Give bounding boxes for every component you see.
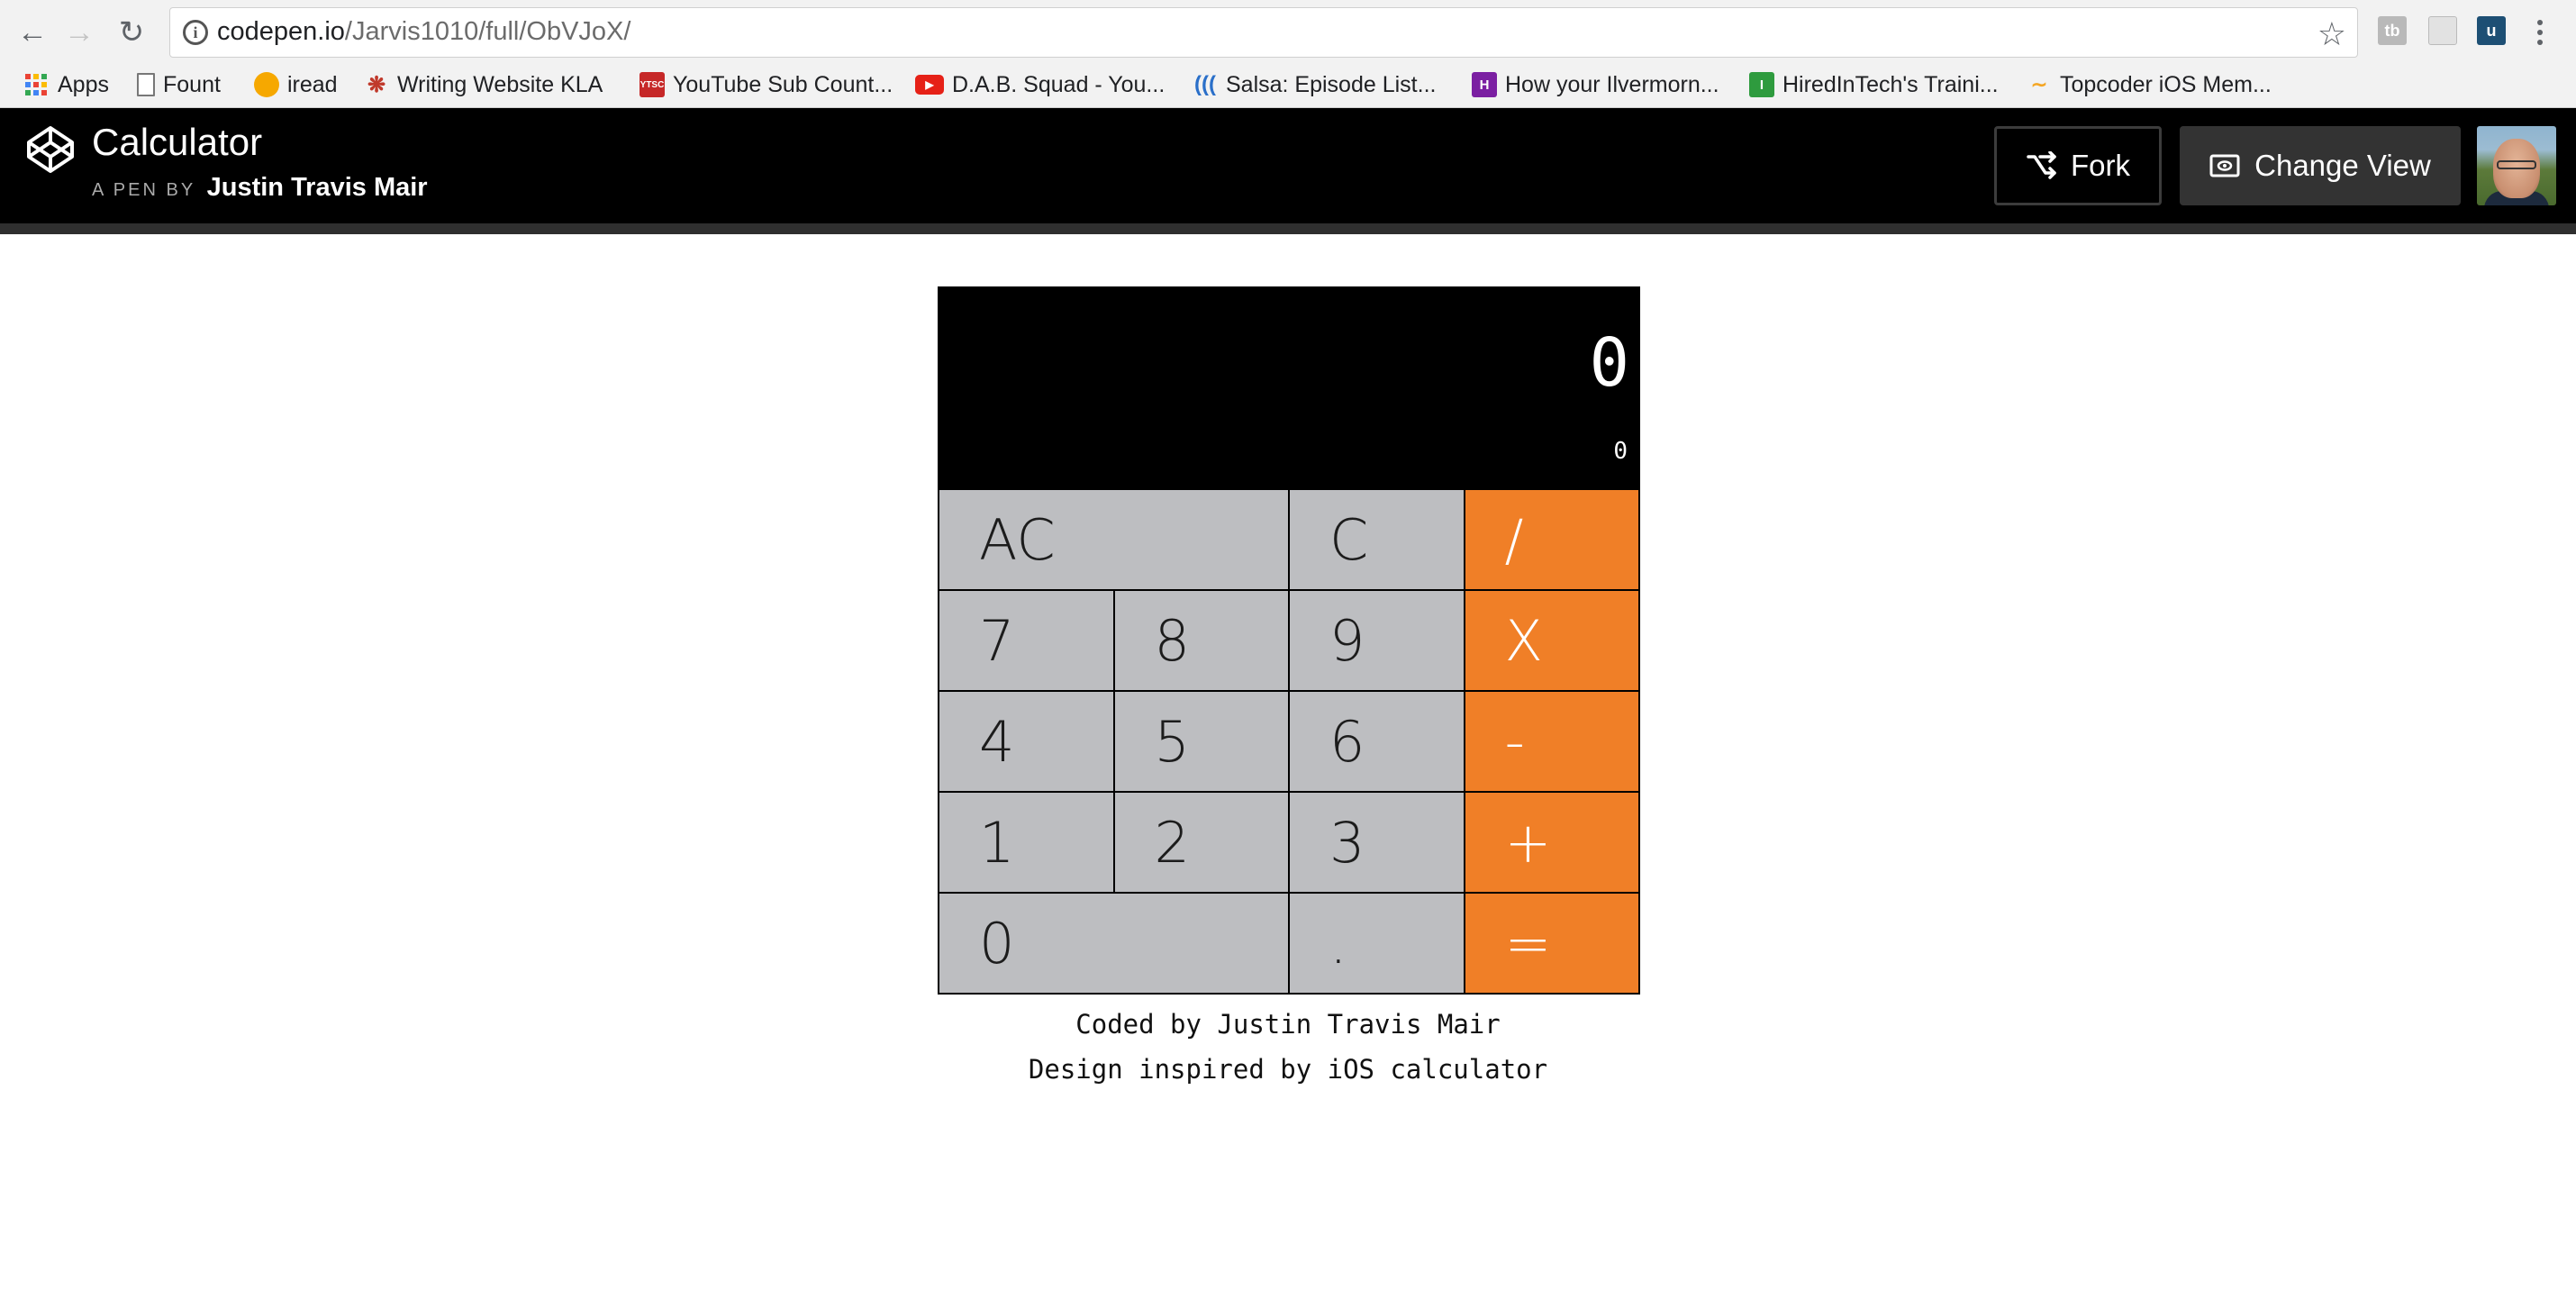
bookmark-label: Apps xyxy=(58,71,109,97)
add-button[interactable]: + xyxy=(1465,793,1638,892)
digit-5-button[interactable]: 5 xyxy=(1114,692,1288,791)
bookmark-writing-website[interactable]: ❋ Writing Website KLA xyxy=(364,67,603,103)
digit-9-button[interactable]: 9 xyxy=(1290,591,1464,690)
u-extension-icon[interactable]: u xyxy=(2477,16,2506,45)
bookmark-label: Fount xyxy=(163,71,221,97)
bookmark-salsa[interactable]: ((( Salsa: Episode List... xyxy=(1193,67,1436,103)
bookmark-label: How your Ilvermorn... xyxy=(1505,71,1719,97)
browser-toolbar: ← → ↻ i codepen.io/Jarvis1010/full/ObVJo… xyxy=(0,0,2576,65)
bookmark-iread[interactable]: iread xyxy=(254,67,338,103)
page-icon xyxy=(137,73,155,96)
pen-byline: A PEN BY Justin Travis Mair xyxy=(92,173,428,203)
url-text[interactable]: codepen.io/Jarvis1010/full/ObVJoX/ xyxy=(217,17,630,47)
bookmark-youtube-sub-count[interactable]: YTSC YouTube Sub Count... xyxy=(639,67,893,103)
codepen-header: Calculator A PEN BY Justin Travis Mair F… xyxy=(0,108,2576,223)
bug-icon: ❋ xyxy=(367,72,386,97)
digit-1-button[interactable]: 1 xyxy=(939,793,1113,892)
display-secondary-value: 0 xyxy=(1613,438,1628,465)
bookmarks-bar: Apps Fount iread ❋ Writing Website KLA Y… xyxy=(0,65,2576,108)
display-main-value: 0 xyxy=(1589,324,1629,402)
eye-icon xyxy=(2209,154,2240,177)
h-icon: H xyxy=(1472,72,1497,97)
topcoder-icon: ∼ xyxy=(2030,73,2048,95)
subtract-button[interactable]: - xyxy=(1465,692,1638,791)
change-view-button[interactable]: Change View xyxy=(2180,126,2461,205)
digit-8-button[interactable]: 8 xyxy=(1114,591,1288,690)
calculator: 0 0 AC C/ 7 8 9 X 4 5 6- 1 2 3 +0. = xyxy=(938,286,1640,995)
bookmark-label: iread xyxy=(287,71,338,97)
apps-grid-icon xyxy=(25,74,47,95)
info-icon[interactable]: i xyxy=(183,20,208,45)
multiply-button[interactable]: X xyxy=(1465,591,1638,690)
tb-extension-icon[interactable]: tb xyxy=(2378,16,2407,45)
bookmark-label: Salsa: Episode List... xyxy=(1226,71,1437,97)
bookmark-label: HiredInTech's Traini... xyxy=(1782,71,1999,97)
codepen-logo-icon[interactable] xyxy=(25,124,76,175)
footer-credit: Coded by Justin Travis Mair xyxy=(1075,1009,1501,1040)
fork-icon xyxy=(2027,151,2056,179)
reload-icon[interactable]: ↻ xyxy=(112,13,151,52)
header-divider xyxy=(0,223,2576,234)
bookmark-label: Writing Website KLA xyxy=(397,71,603,97)
footer-inspiration: Design inspired by iOS calculator xyxy=(1028,1054,1548,1085)
orange-dot-icon xyxy=(254,72,279,97)
all-clear-button[interactable]: AC xyxy=(939,490,1288,589)
digit-7-button[interactable]: 7 xyxy=(939,591,1113,690)
waves-icon: ((( xyxy=(1194,72,1216,96)
clear-button[interactable]: C xyxy=(1290,490,1464,589)
youtube-icon: ▶ xyxy=(915,75,944,95)
decimal-button[interactable]: . xyxy=(1290,894,1464,993)
back-arrow-icon[interactable]: ← xyxy=(13,13,52,52)
bookmark-dab-squad[interactable]: ▶ D.A.B. Squad - You... xyxy=(915,67,1165,103)
keypad: AC C/ 7 8 9 X 4 5 6- 1 2 3 +0. = xyxy=(939,490,1638,993)
calculator-display: 0 0 xyxy=(939,288,1638,490)
user-avatar[interactable] xyxy=(2477,126,2556,205)
bookmark-label: YouTube Sub Count... xyxy=(673,71,893,97)
digit-3-button[interactable]: 3 xyxy=(1290,793,1464,892)
forward-arrow-icon[interactable]: → xyxy=(59,13,99,52)
digit-6-button[interactable]: 6 xyxy=(1290,692,1464,791)
ytsc-icon: YTSC xyxy=(639,72,665,97)
bookmark-ilvermorny[interactable]: H How your Ilvermorn... xyxy=(1472,67,1719,103)
equals-button[interactable]: = xyxy=(1465,894,1638,993)
url-path: /Jarvis1010/full/ObVJoX/ xyxy=(344,17,631,46)
fork-button[interactable]: Fork xyxy=(1994,126,2162,205)
bookmark-apps[interactable]: Apps xyxy=(25,67,109,103)
bookmark-fount[interactable]: Fount xyxy=(137,67,221,103)
pen-title: Calculator xyxy=(92,121,263,163)
bookmark-label: Topcoder iOS Mem... xyxy=(2060,71,2272,97)
fork-label: Fork xyxy=(2071,149,2130,182)
hiredintech-icon: I xyxy=(1749,72,1774,97)
page-extension-icon[interactable] xyxy=(2428,16,2457,45)
digit-0-button[interactable]: 0 xyxy=(939,894,1288,993)
digit-2-button[interactable]: 2 xyxy=(1114,793,1288,892)
bookmark-topcoder[interactable]: ∼ Topcoder iOS Mem... xyxy=(2027,67,2272,103)
author-link[interactable]: Justin Travis Mair xyxy=(207,173,428,202)
bookmark-hiredintech[interactable]: I HiredInTech's Traini... xyxy=(1749,67,1999,103)
address-bar[interactable]: i codepen.io/Jarvis1010/full/ObVJoX/ ☆ xyxy=(169,7,2358,58)
browser-menu-icon[interactable] xyxy=(2531,13,2549,52)
byline-prefix: A PEN BY xyxy=(92,180,196,200)
url-host: codepen.io xyxy=(217,17,345,46)
divide-button[interactable]: / xyxy=(1465,490,1638,589)
bookmark-star-icon[interactable]: ☆ xyxy=(2317,15,2346,53)
bookmark-label: D.A.B. Squad - You... xyxy=(952,71,1166,97)
digit-4-button[interactable]: 4 xyxy=(939,692,1113,791)
change-view-label: Change View xyxy=(2254,149,2431,182)
